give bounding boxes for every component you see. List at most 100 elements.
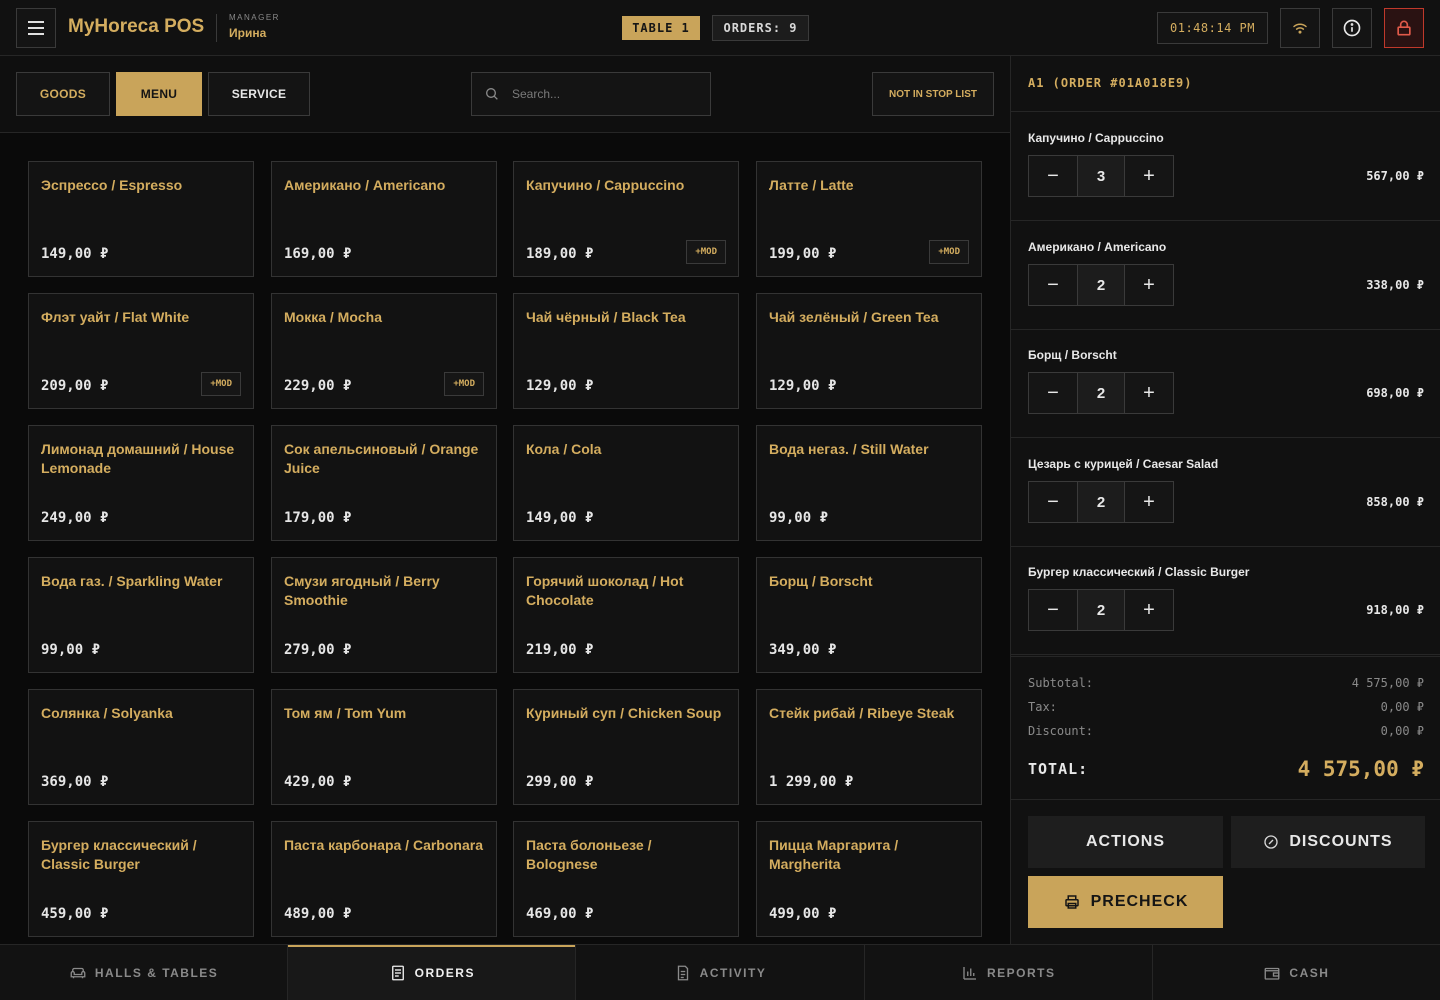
product-card[interactable]: Бургер классический / Classic Burger 459… [28, 821, 254, 937]
product-name: Флэт уайт / Flat White [41, 309, 190, 325]
nav-activity[interactable]: ACTIVITY [576, 945, 865, 1000]
stop-list-filter-button[interactable]: NOT IN STOP LIST [872, 72, 994, 116]
product-price: 149,00 ₽ [526, 510, 594, 526]
product-card[interactable]: Американо / Americano 169,00 ₽ [271, 161, 497, 277]
increase-button[interactable]: + [1125, 482, 1173, 522]
product-card[interactable]: Борщ / Borscht 349,00 ₽ [756, 557, 982, 673]
nav-cash[interactable]: CASH [1153, 945, 1440, 1000]
precheck-button[interactable]: PRECHECK [1028, 876, 1223, 928]
product-name: Кола / Cola [526, 441, 602, 457]
product-name: Куриный суп / Chicken Soup [526, 705, 722, 721]
hamburger-icon[interactable] [16, 8, 56, 48]
increase-button[interactable]: + [1125, 590, 1173, 630]
product-card[interactable]: Чай зелёный / Green Tea 129,00 ₽ [756, 293, 982, 409]
quantity-stepper: − 2 + [1028, 264, 1174, 306]
decrease-button[interactable]: − [1029, 156, 1077, 196]
nav-orders[interactable]: ORDERS [288, 945, 577, 1000]
order-item: Борщ / Borscht − 2 + 698,00 ₽ [1011, 329, 1440, 438]
lock-button[interactable] [1384, 8, 1424, 48]
category-toolbar: GOODS MENU SERVICE NOT IN STOP LIST [0, 56, 1010, 133]
wifi-button[interactable] [1280, 8, 1320, 48]
modifier-button[interactable]: +MOD [686, 240, 726, 264]
product-card[interactable]: Лимонад домашний / House Lemonade 249,00… [28, 425, 254, 541]
quantity-stepper: − 2 + [1028, 372, 1174, 414]
brand-divider [216, 14, 217, 42]
sofa-icon [70, 967, 86, 978]
search-icon [486, 88, 498, 100]
tab-menu[interactable]: MENU [116, 72, 202, 116]
product-card[interactable]: Мокка / Mocha 229,00 ₽ +MOD [271, 293, 497, 409]
product-grid: Эспрессо / Espresso 149,00 ₽ Американо /… [0, 133, 1010, 944]
product-card[interactable]: Паста карбонара / Carbonara 489,00 ₽ [271, 821, 497, 937]
nav-label: ORDERS [414, 965, 475, 980]
modifier-button[interactable]: +MOD [201, 372, 241, 396]
decrease-button[interactable]: − [1029, 373, 1077, 413]
nav-reports[interactable]: REPORTS [865, 945, 1153, 1000]
product-card[interactable]: Сок апельсиновый / Orange Juice 179,00 ₽ [271, 425, 497, 541]
tax-row: Tax: 0,00 ₽ [1028, 700, 1424, 714]
order-item-total: 858,00 ₽ [1366, 495, 1424, 509]
product-card[interactable]: Смузи ягодный / Berry Smoothie 279,00 ₽ [271, 557, 497, 673]
quantity-value: 2 [1077, 373, 1125, 413]
quantity-value: 2 [1077, 265, 1125, 305]
modifier-button[interactable]: +MOD [929, 240, 969, 264]
increase-button[interactable]: + [1125, 156, 1173, 196]
product-name: Том ям / Tom Yum [284, 705, 407, 721]
product-price: 369,00 ₽ [41, 774, 109, 790]
product-name: Бургер классический / Classic Burger [41, 837, 197, 872]
order-item-total: 698,00 ₽ [1366, 386, 1424, 400]
printer-icon [1064, 895, 1079, 909]
product-name: Американо / Americano [284, 177, 446, 193]
wifi-icon [1293, 23, 1307, 34]
product-price: 219,00 ₽ [526, 642, 594, 658]
product-card[interactable]: Пицца Маргарита / Margherita 499,00 ₽ [756, 821, 982, 937]
product-card[interactable]: Том ям / Tom Yum 429,00 ₽ [271, 689, 497, 805]
product-card[interactable]: Паста болоньезе / Bolognese 469,00 ₽ [513, 821, 739, 937]
quantity-stepper: − 2 + [1028, 589, 1174, 631]
product-price: 189,00 ₽ [526, 246, 594, 262]
nav-halls-tables[interactable]: HALLS & TABLES [0, 945, 289, 1000]
search-input[interactable] [512, 87, 702, 101]
increase-button[interactable]: + [1125, 373, 1173, 413]
product-card[interactable]: Стейк рибай / Ribeye Steak 1 299,00 ₽ [756, 689, 982, 805]
search-box[interactable] [471, 72, 711, 116]
discounts-button[interactable]: DISCOUNTS [1231, 816, 1425, 868]
quantity-value: 3 [1077, 156, 1125, 196]
modifier-button[interactable]: +MOD [444, 372, 484, 396]
subtotal-label: Subtotal: [1028, 676, 1094, 690]
tab-goods[interactable]: GOODS [16, 72, 110, 116]
receipt-icon [391, 965, 404, 980]
decrease-button[interactable]: − [1029, 265, 1077, 305]
product-price: 129,00 ₽ [769, 378, 837, 394]
product-name: Борщ / Borscht [769, 573, 873, 589]
product-card[interactable]: Кола / Cola 149,00 ₽ [513, 425, 739, 541]
product-price: 489,00 ₽ [284, 906, 352, 922]
product-card[interactable]: Вода газ. / Sparkling Water 99,00 ₽ [28, 557, 254, 673]
product-card[interactable]: Горячий шоколад / Hot Chocolate 219,00 ₽ [513, 557, 739, 673]
product-card[interactable]: Вода негаз. / Still Water 99,00 ₽ [756, 425, 982, 541]
product-card[interactable]: Капучино / Cappuccino 189,00 ₽ +MOD [513, 161, 739, 277]
product-price: 209,00 ₽ [41, 378, 109, 394]
product-name: Смузи ягодный / Berry Smoothie [284, 573, 440, 608]
product-card[interactable]: Чай чёрный / Black Tea 129,00 ₽ [513, 293, 739, 409]
increase-button[interactable]: + [1125, 265, 1173, 305]
product-card[interactable]: Солянка / Solyanka 369,00 ₽ [28, 689, 254, 805]
total-value: 4 575,00 ₽ [1297, 757, 1424, 781]
product-name: Горячий шоколад / Hot Chocolate [526, 573, 684, 608]
discount-value: 0,00 ₽ [1380, 724, 1424, 738]
product-card[interactable]: Эспрессо / Espresso 149,00 ₽ [28, 161, 254, 277]
actions-button[interactable]: ACTIONS [1028, 816, 1223, 868]
discount-row: Discount: 0,00 ₽ [1028, 724, 1424, 738]
product-card[interactable]: Флэт уайт / Flat White 209,00 ₽ +MOD [28, 293, 254, 409]
user-role: MANAGER [229, 13, 280, 22]
product-name: Чай чёрный / Black Tea [526, 309, 686, 325]
product-card[interactable]: Куриный суп / Chicken Soup 299,00 ₽ [513, 689, 739, 805]
tab-service[interactable]: SERVICE [208, 72, 310, 116]
order-item: Американо / Americano − 2 + 338,00 ₽ [1011, 221, 1440, 330]
tax-label: Tax: [1028, 700, 1057, 714]
bottom-navigation: HALLS & TABLES ORDERS ACTIVITY REPORTS C… [0, 944, 1440, 1000]
product-card[interactable]: Латте / Latte 199,00 ₽ +MOD [756, 161, 982, 277]
info-button[interactable] [1332, 8, 1372, 48]
decrease-button[interactable]: − [1029, 482, 1077, 522]
decrease-button[interactable]: − [1029, 590, 1077, 630]
